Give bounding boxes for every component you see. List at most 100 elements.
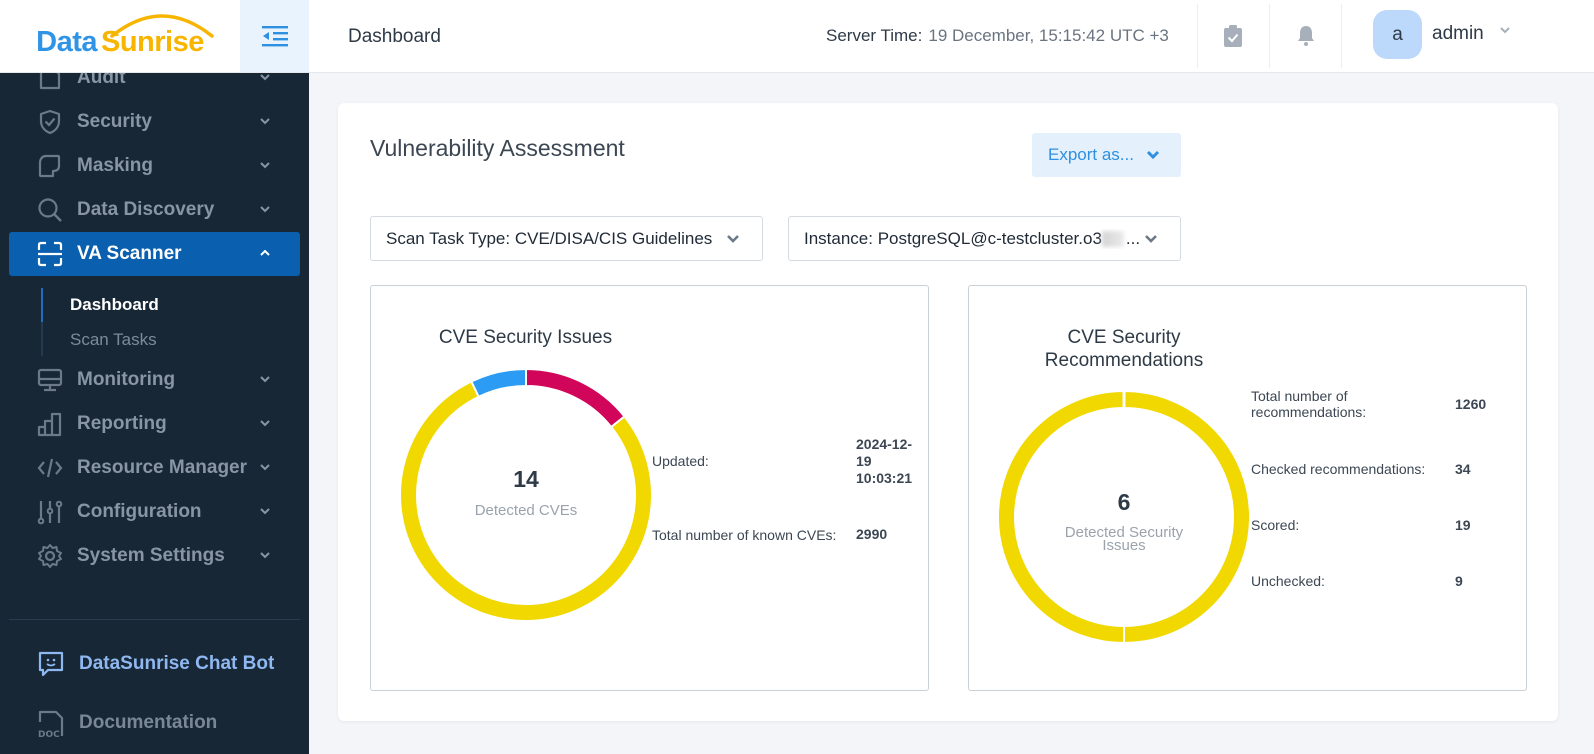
export-button[interactable]: Export as... — [1032, 133, 1181, 177]
monitor-icon — [37, 368, 63, 392]
instance-select[interactable]: Instance: PostgreSQL@c-testcluster.o3... — [788, 216, 1181, 261]
scan-task-type-select[interactable]: Scan Task Type: CVE/DISA/CIS Guidelines — [370, 216, 763, 261]
chevron-down-icon[interactable] — [1499, 26, 1511, 34]
chatbot-link[interactable]: DataSunrise Chat Bot — [37, 650, 274, 678]
chevron-down-icon — [727, 235, 739, 243]
sidebar-item-reporting[interactable]: Reporting — [9, 402, 300, 446]
svg-text:DOC: DOC — [38, 730, 60, 738]
donut-slice-critical[interactable] — [525, 368, 626, 429]
chevron-down-icon — [260, 74, 270, 81]
sidebar-item-system-settings[interactable]: System Settings — [9, 534, 300, 578]
top-header: Data Sunrise Dashboard Server Time: 19 Dec… — [0, 0, 1594, 73]
stat-label: Scored: — [1251, 517, 1300, 533]
bell-icon — [1298, 26, 1314, 46]
donut-slice-issues[interactable] — [997, 390, 1251, 644]
masking-icon — [38, 154, 61, 178]
donut-center-value: 14 — [513, 466, 539, 492]
header-divider — [1269, 4, 1270, 68]
export-label: Export as... — [1048, 145, 1134, 164]
user-avatar[interactable]: a — [1373, 10, 1422, 59]
stat-label: Checked recommendations: — [1251, 461, 1426, 477]
sidebar-item-resource-manager[interactable]: Resource Manager — [9, 446, 300, 490]
chevron-down-icon — [260, 206, 270, 213]
sidebar-item-masking[interactable]: Masking — [9, 144, 300, 188]
submenu-item-scan-tasks[interactable]: Scan Tasks — [70, 330, 157, 350]
chevron-down-icon — [260, 508, 270, 515]
documentation-label: Documentation — [79, 712, 218, 733]
file-icon — [39, 73, 61, 90]
instance-ellipsis: ... — [1125, 228, 1141, 248]
chevron-down-icon — [1146, 150, 1160, 160]
sidebar-item-security[interactable]: Security — [9, 100, 300, 144]
submenu-active-indicator — [41, 288, 43, 322]
stat-value: 1260 — [1455, 396, 1487, 412]
donut-center-value: 6 — [1117, 489, 1131, 515]
sidebar-item-label: System Settings — [77, 545, 225, 566]
stat-label: Unchecked: — [1251, 573, 1325, 589]
instance-value: Instance: PostgreSQL@c-testcluster.o3... — [804, 229, 1140, 249]
shield-check-icon — [39, 109, 61, 135]
user-name[interactable]: admin — [1432, 23, 1484, 45]
datasunrise-logo[interactable]: Data Sunrise — [0, 0, 240, 72]
sidebar-item-monitoring[interactable]: Monitoring — [9, 358, 300, 402]
sliders-icon — [37, 500, 63, 525]
document-icon: DOC — [38, 710, 64, 738]
sidebar-item-va-scanner[interactable]: VA Scanner — [9, 232, 300, 276]
server-time-label: Server Time: — [826, 26, 923, 45]
cve-issues-donut-chart — [399, 368, 653, 622]
redacted-text — [1101, 231, 1124, 248]
sidebar-item-label: Masking — [77, 155, 154, 176]
stat-value: 9 — [1455, 573, 1463, 589]
cve-security-issues-panel: CVE Security Issues 14 Detected CVEs Upd… — [370, 285, 929, 691]
donut-slice-low[interactable] — [469, 368, 527, 399]
scanner-icon — [37, 241, 63, 267]
chart-title: CVE Security Issues — [438, 327, 613, 348]
submenu-item-dashboard[interactable]: Dashboard — [70, 295, 159, 315]
chevron-down-icon — [260, 376, 270, 383]
sidebar-item-label: Reporting — [77, 413, 167, 434]
notifications-button[interactable] — [1290, 20, 1322, 52]
chevron-down-icon — [260, 162, 270, 169]
code-icon — [37, 458, 63, 478]
chevron-down-icon — [260, 420, 270, 427]
documentation-link[interactable]: DOC Documentation — [37, 708, 217, 738]
sidebar-item-label: Configuration — [77, 501, 202, 522]
sidebar-item-data-discovery[interactable]: Data Discovery — [9, 188, 300, 232]
sidebar-item-audit[interactable]: Audit — [9, 73, 300, 100]
stat-value: 2024-12-19 10:03:21 — [856, 436, 913, 486]
donut-center-label: Detected CVEs — [474, 502, 578, 519]
search-icon — [38, 198, 62, 222]
chevron-up-icon — [260, 249, 270, 256]
header-divider — [1341, 4, 1342, 68]
stat-value: 2990 — [856, 526, 888, 542]
chat-bot-icon — [38, 651, 64, 677]
clipboard-check-icon — [1224, 25, 1242, 47]
vulnerability-assessment-card: Vulnerability Assessment Export as... Sc… — [338, 103, 1558, 721]
page-title: Vulnerability Assessment — [370, 135, 625, 161]
server-time: Server Time: 19 December, 15:15:42 UTC +3 — [826, 26, 1169, 46]
chevron-down-icon — [260, 464, 270, 471]
donut-center-label: Detected Security Issues — [1064, 524, 1184, 554]
server-time-value: 19 December, 15:15:42 UTC +3 — [928, 26, 1169, 45]
stat-label: Updated: — [652, 453, 709, 469]
sidebar-item-configuration[interactable]: Configuration — [9, 490, 300, 534]
chevron-down-icon — [1145, 235, 1157, 243]
logo-text-data: Data — [36, 25, 97, 58]
collapse-menu-icon — [261, 26, 288, 47]
gear-icon — [38, 544, 62, 568]
stat-value: 34 — [1455, 461, 1471, 477]
sidebar-item-label: Resource Manager — [77, 457, 248, 478]
header-divider — [1197, 4, 1198, 68]
cve-security-recommendations-panel: CVE Security Recommendations 6 Detected … — [968, 285, 1527, 691]
tasks-button[interactable] — [1217, 20, 1249, 52]
scan-task-type-value: Scan Task Type: CVE/DISA/CIS Guidelines — [386, 228, 713, 248]
stat-value: 19 — [1455, 517, 1471, 533]
logo-text-sunrise: Sunrise — [100, 25, 204, 58]
collapse-sidebar-button[interactable] — [240, 0, 309, 72]
instance-name: Instance: PostgreSQL@c-testcluster.o3 — [804, 228, 1102, 248]
sidebar-divider — [9, 619, 300, 620]
sidebar: Audit Security Masking Data Discovery VA… — [0, 73, 309, 754]
chatbot-label: DataSunrise Chat Bot — [79, 653, 275, 674]
chevron-down-icon — [260, 552, 270, 559]
sidebar-item-label: Monitoring — [77, 369, 176, 390]
